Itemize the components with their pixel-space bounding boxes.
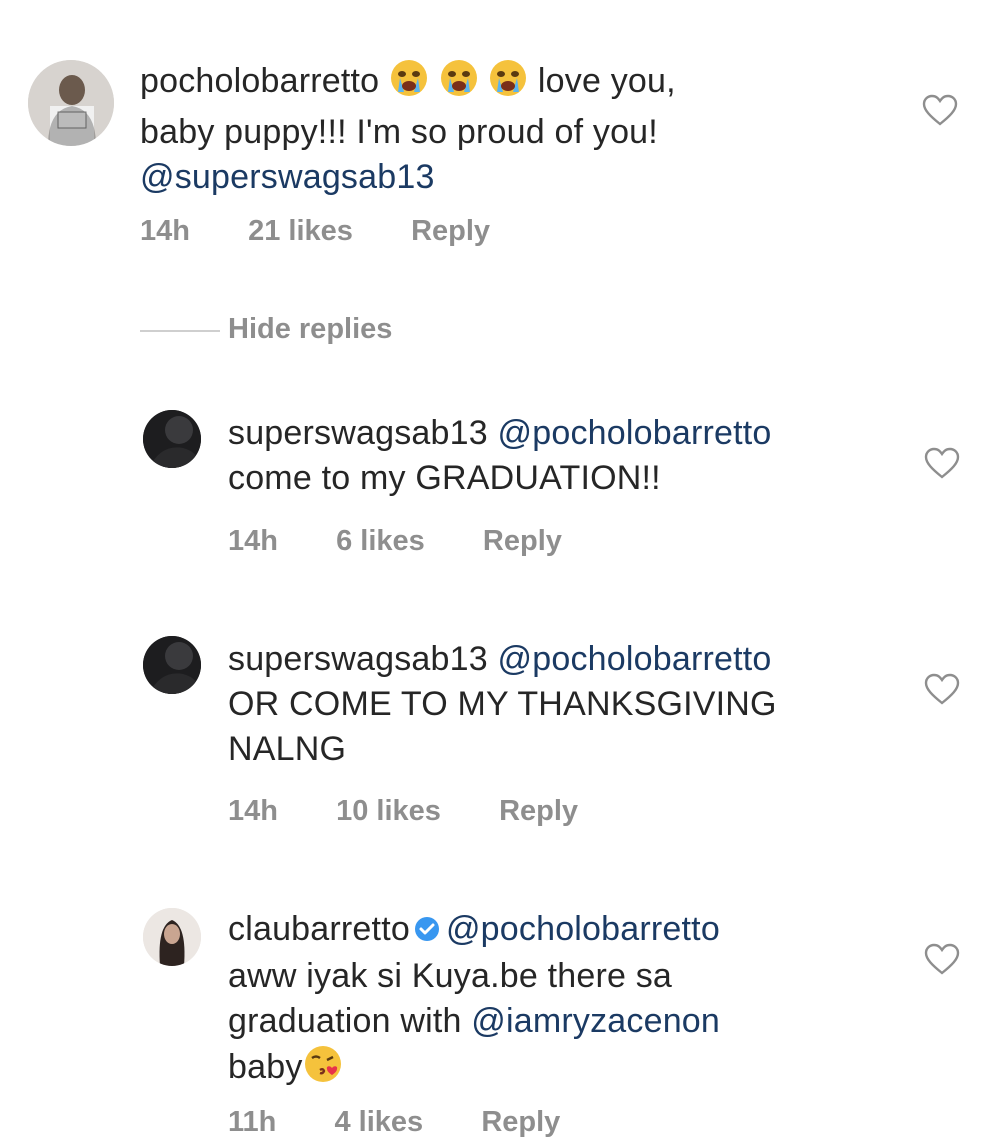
reply-button[interactable]: Reply xyxy=(481,1106,560,1139)
comment-text: love you, xyxy=(537,62,676,100)
heart-icon[interactable] xyxy=(922,94,958,126)
comment-text: baby xyxy=(228,1048,303,1086)
likes-count[interactable]: 6 likes xyxy=(336,525,425,558)
mention-link[interactable]: @pocholobarretto xyxy=(446,910,720,948)
heart-icon[interactable] xyxy=(924,673,960,705)
avatar[interactable] xyxy=(143,636,201,694)
mention-link[interactable]: @iamryzacenon xyxy=(471,1002,720,1040)
mention-link[interactable]: @pocholobarretto xyxy=(498,640,772,678)
mention-link[interactable]: @pocholobarretto xyxy=(498,414,772,452)
comment-text: OR COME TO MY THANKSGIVING xyxy=(228,685,777,723)
avatar-photo-icon xyxy=(143,908,201,966)
avatar-photo-icon xyxy=(143,410,201,468)
crying-face-emoji xyxy=(439,58,479,110)
likes-count[interactable]: 4 likes xyxy=(335,1106,424,1139)
avatar-photo-icon xyxy=(28,60,114,146)
comment-text: graduation with xyxy=(228,1002,472,1040)
timestamp: 14h xyxy=(228,795,278,827)
heart-icon[interactable] xyxy=(924,943,960,975)
timestamp: 14h xyxy=(228,525,278,557)
reply-button[interactable]: Reply xyxy=(411,215,490,248)
reply-button[interactable]: Reply xyxy=(483,525,562,558)
verified-badge-icon xyxy=(414,909,440,954)
comment-text: NALNG xyxy=(228,730,347,768)
comment-text: baby puppy!!! I'm so proud of you! xyxy=(140,113,658,151)
comments-thread: pocholobarretto love you, baby puppy!!! … xyxy=(0,0,1000,1138)
likes-count[interactable]: 10 likes xyxy=(336,795,441,828)
hide-replies-button[interactable]: Hide replies xyxy=(228,313,392,346)
avatar[interactable] xyxy=(143,410,201,468)
avatar[interactable] xyxy=(28,60,114,146)
username[interactable]: superswagsab13 xyxy=(228,414,488,452)
username[interactable]: pocholobarretto xyxy=(140,62,379,100)
username[interactable]: superswagsab13 xyxy=(228,640,488,678)
crying-face-emoji xyxy=(389,58,429,110)
kissing-heart-emoji xyxy=(303,1044,343,1096)
avatar-photo-icon xyxy=(143,636,201,694)
crying-face-emoji xyxy=(488,58,528,110)
heart-icon[interactable] xyxy=(924,447,960,479)
mention-link[interactable]: @superswagsab13 xyxy=(140,158,435,196)
timestamp: 14h xyxy=(140,215,190,247)
timestamp: 11h xyxy=(228,1106,277,1138)
comment-text: aww iyak si Kuya.be there sa xyxy=(228,957,673,995)
avatar[interactable] xyxy=(143,908,201,966)
likes-count[interactable]: 21 likes xyxy=(248,215,353,248)
comment-text: come to my GRADUATION!! xyxy=(228,459,661,497)
divider-line xyxy=(140,330,220,332)
username[interactable]: claubarretto xyxy=(228,910,410,948)
reply-button[interactable]: Reply xyxy=(499,795,578,828)
